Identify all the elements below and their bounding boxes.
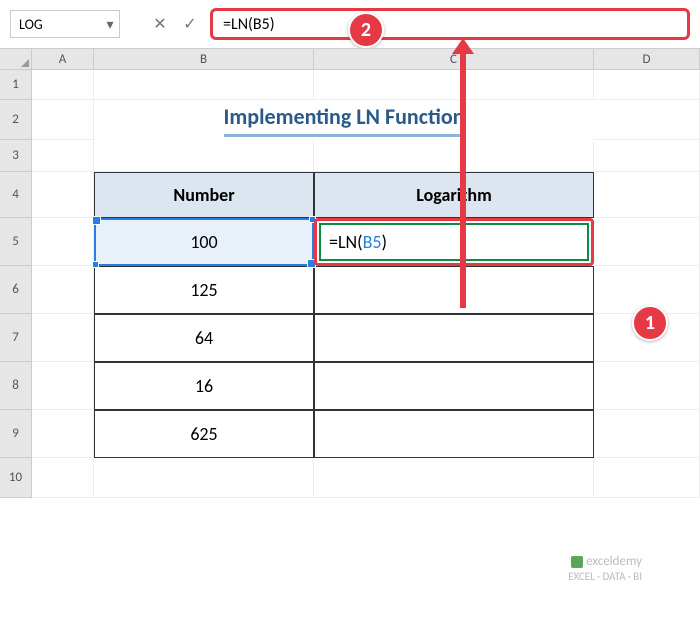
cell-c5-active[interactable]: =LN(B5): [314, 218, 594, 266]
formula-text: =LN(B5): [223, 15, 275, 34]
row-header-10[interactable]: 10: [0, 458, 31, 498]
watermark: exceldemy EXCEL · DATA · BI: [568, 554, 642, 583]
cell[interactable]: [32, 70, 94, 100]
cell[interactable]: [94, 70, 314, 100]
cell[interactable]: [314, 70, 594, 100]
cancel-icon[interactable]: ✕: [146, 10, 174, 38]
formula-bar-input[interactable]: =LN(B5): [210, 8, 690, 40]
cell[interactable]: [32, 314, 94, 362]
callout-1: 1: [632, 305, 668, 341]
row-header-5[interactable]: 5: [0, 218, 31, 266]
cell[interactable]: [594, 140, 700, 172]
col-header-b[interactable]: B: [94, 49, 314, 69]
name-box[interactable]: LOG ▾: [10, 10, 120, 38]
cell[interactable]: [94, 458, 314, 498]
row-header-8[interactable]: 8: [0, 362, 31, 410]
cell[interactable]: [32, 172, 94, 218]
table-cell[interactable]: 125: [94, 266, 314, 314]
cell-b5-selected[interactable]: 100: [94, 218, 314, 266]
table-cell[interactable]: [314, 266, 594, 314]
cell[interactable]: [594, 172, 700, 218]
cell[interactable]: [594, 410, 700, 458]
cell[interactable]: [32, 218, 94, 266]
chevron-down-icon[interactable]: ▾: [101, 11, 119, 37]
arrow-icon: [460, 50, 466, 308]
cell[interactable]: [594, 70, 700, 100]
cell[interactable]: [32, 458, 94, 498]
table-cell[interactable]: [314, 314, 594, 362]
col-header-a[interactable]: A: [32, 49, 94, 69]
cell[interactable]: [594, 218, 700, 266]
title-cell[interactable]: Implementing LN Function: [94, 100, 594, 140]
enter-icon[interactable]: ✓: [176, 10, 204, 38]
column-headers: A B C D: [0, 48, 700, 70]
table-cell[interactable]: 16: [94, 362, 314, 410]
cell[interactable]: [32, 362, 94, 410]
spreadsheet-grid: A B C D 1 2 3 4 5 6 7 8 9 10 Implementin…: [0, 48, 700, 498]
cell[interactable]: [594, 362, 700, 410]
formula-bar-area: LOG ▾ ✕ ✓ 2 =LN(B5): [0, 0, 700, 48]
cell[interactable]: [594, 458, 700, 498]
table-header-number[interactable]: Number: [94, 172, 314, 218]
cell[interactable]: [314, 140, 594, 172]
cells: Implementing LN Function NumberLogarithm…: [32, 70, 700, 498]
cell[interactable]: [94, 140, 314, 172]
cell[interactable]: [32, 100, 94, 140]
cell[interactable]: [32, 410, 94, 458]
row-header-7[interactable]: 7: [0, 314, 31, 362]
row-header-1[interactable]: 1: [0, 70, 31, 100]
formula-buttons: ✕ ✓: [146, 10, 204, 38]
page-title: Implementing LN Function: [224, 103, 465, 137]
cell[interactable]: [314, 458, 594, 498]
row-header-9[interactable]: 9: [0, 410, 31, 458]
logo-icon: [571, 556, 583, 568]
cell[interactable]: [32, 266, 94, 314]
cell[interactable]: [594, 100, 700, 140]
table-cell[interactable]: 64: [94, 314, 314, 362]
select-all-corner[interactable]: [0, 49, 32, 69]
cell-c5-formula: =LN(B5): [319, 223, 589, 261]
table-cell[interactable]: 625: [94, 410, 314, 458]
callout-2: 2: [348, 12, 384, 48]
table-cell[interactable]: [314, 362, 594, 410]
name-box-value: LOG: [19, 16, 43, 33]
row-headers: 1 2 3 4 5 6 7 8 9 10: [0, 70, 32, 498]
table-header-logarithm[interactable]: Logarithm: [314, 172, 594, 218]
table-cell[interactable]: [314, 410, 594, 458]
row-header-6[interactable]: 6: [0, 266, 31, 314]
col-header-d[interactable]: D: [594, 49, 700, 69]
row-header-4[interactable]: 4: [0, 172, 31, 218]
row-header-3[interactable]: 3: [0, 140, 31, 172]
cell[interactable]: [32, 140, 94, 172]
row-header-2[interactable]: 2: [0, 100, 31, 140]
